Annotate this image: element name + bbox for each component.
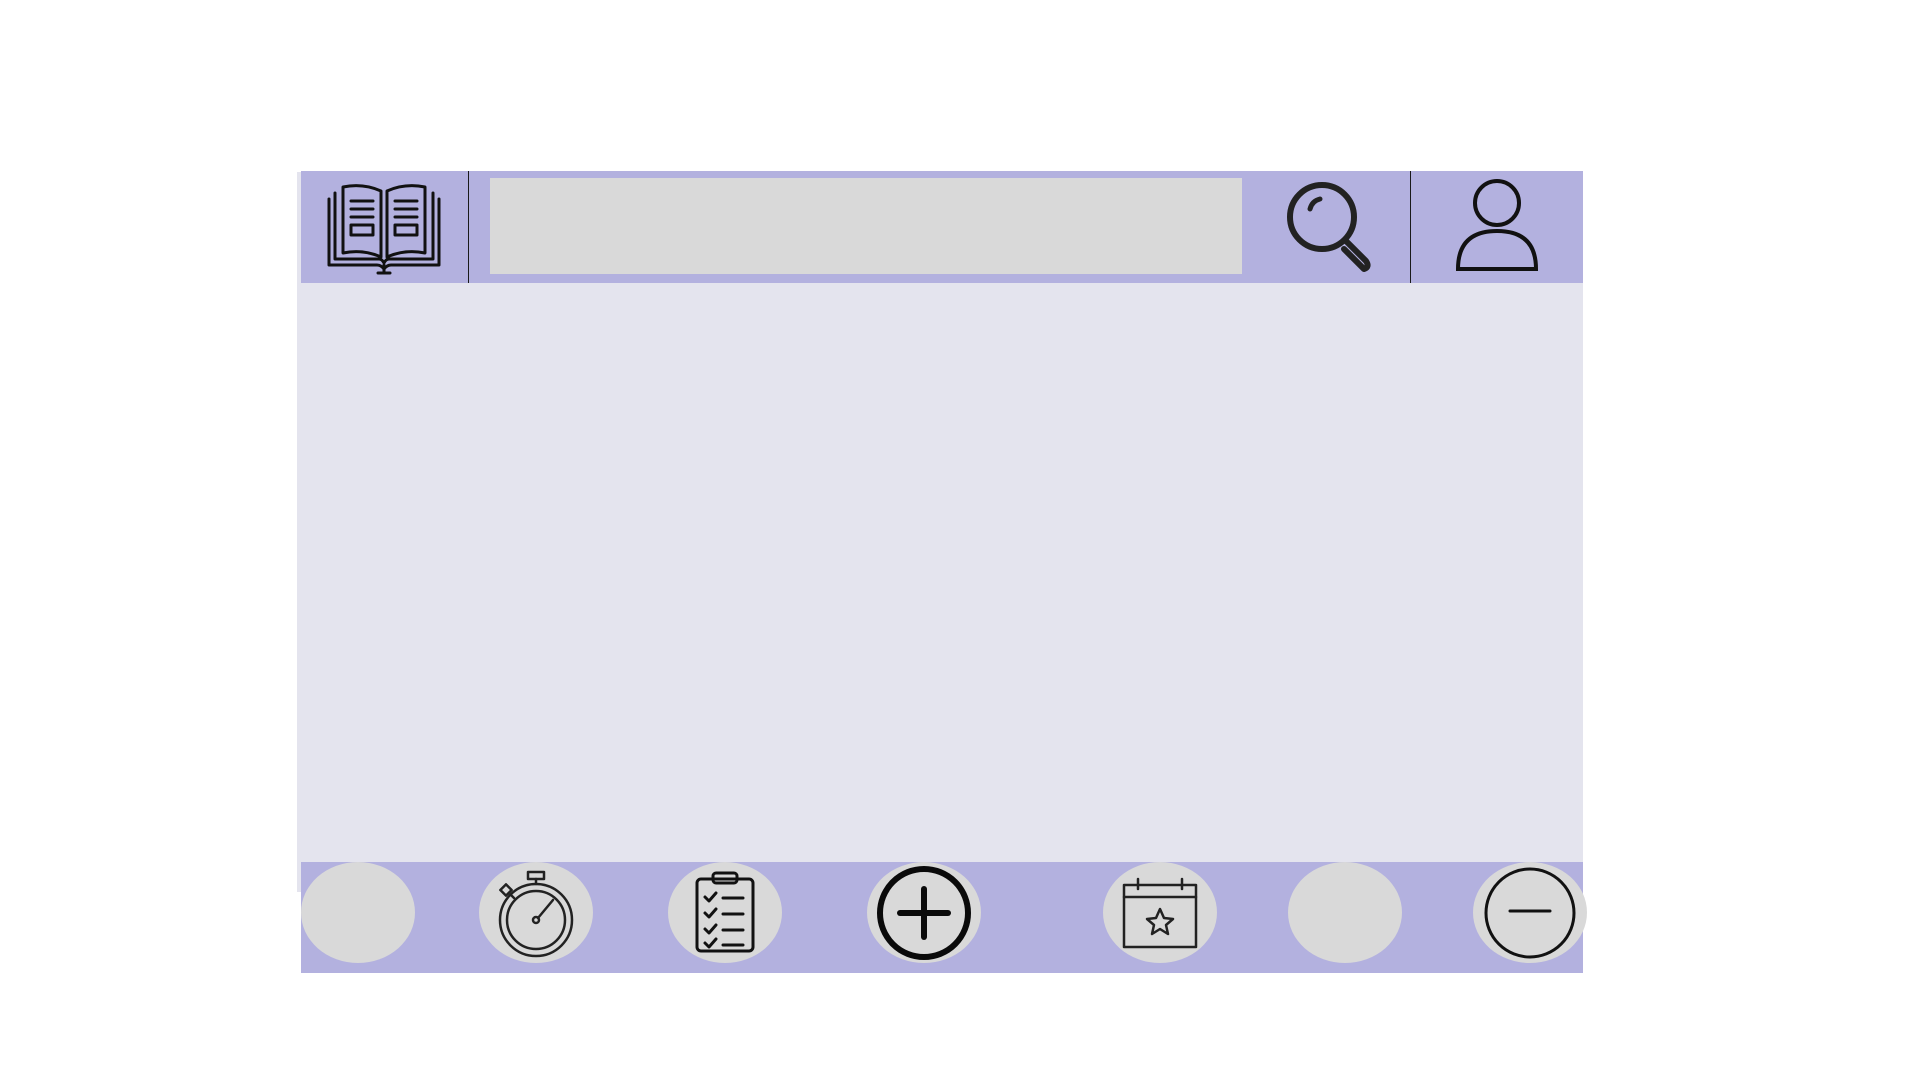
nav-button-6[interactable]	[1288, 862, 1402, 963]
profile-button[interactable]	[1411, 171, 1583, 283]
search-button[interactable]	[1267, 171, 1393, 283]
stopwatch-icon	[498, 870, 574, 957]
add-circle-icon	[877, 865, 971, 960]
user-icon	[1455, 179, 1539, 271]
search-input[interactable]	[490, 178, 1242, 274]
calendar-star-icon	[1122, 877, 1198, 948]
nav-button-1[interactable]	[301, 862, 415, 963]
checklist-icon	[695, 871, 755, 952]
remove-button[interactable]	[1473, 862, 1587, 963]
nav-button-timer[interactable]	[479, 862, 593, 963]
header-divider	[468, 171, 469, 283]
magnifier-icon	[1287, 182, 1371, 272]
app-window	[0, 0, 1920, 1080]
bottom-nav-bar	[301, 862, 1587, 973]
add-button[interactable]	[867, 862, 981, 963]
nav-button-checklist[interactable]	[668, 862, 782, 963]
logo[interactable]	[301, 171, 467, 283]
open-book-icon	[327, 184, 441, 275]
top-bar	[301, 171, 1583, 283]
nav-button-calendar[interactable]	[1103, 862, 1217, 963]
minus-circle-icon	[1484, 867, 1576, 958]
